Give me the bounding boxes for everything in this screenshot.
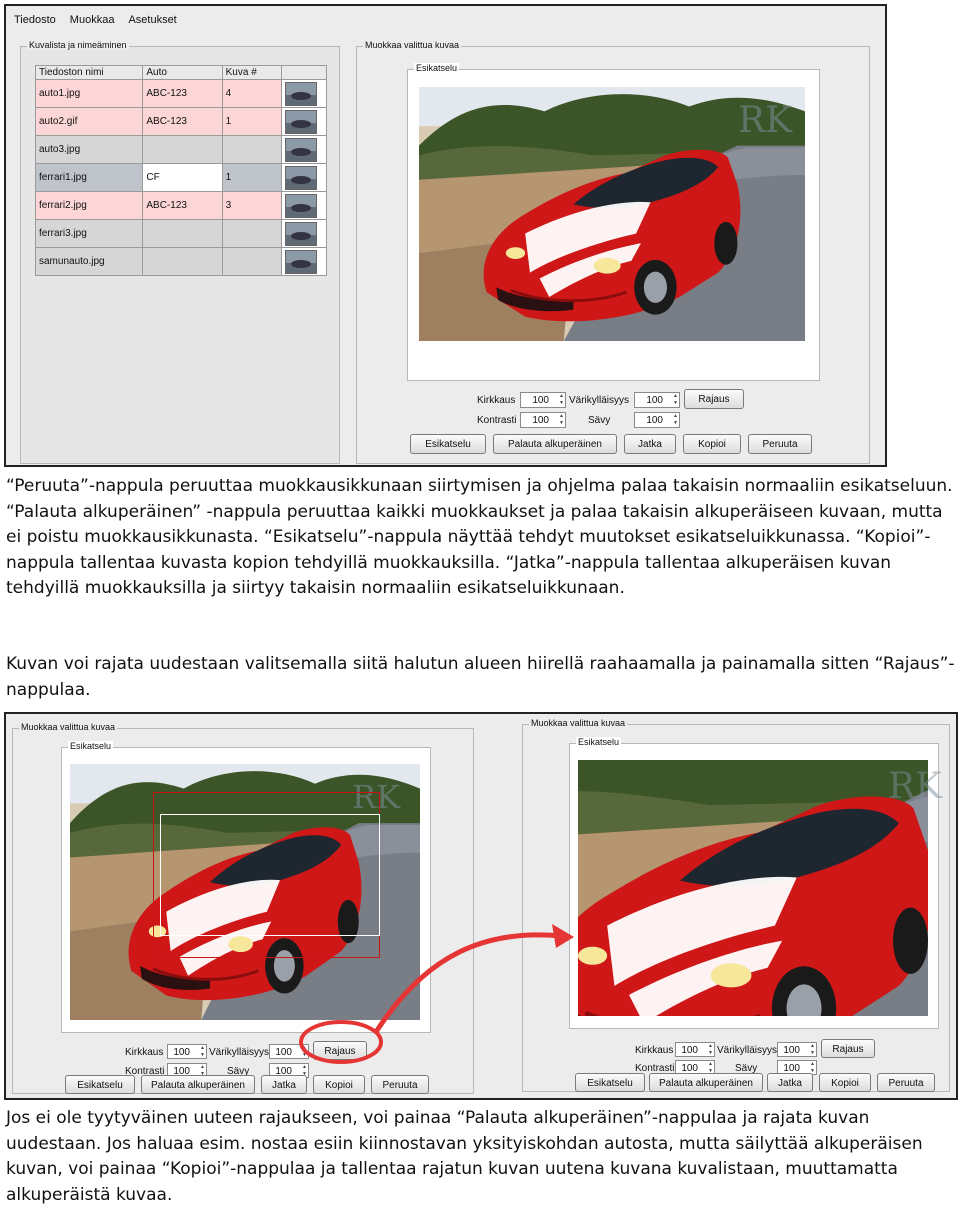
cell-thumb xyxy=(280,163,328,192)
cell-thumb xyxy=(280,247,328,276)
kirkkaus-spinner[interactable]: 100 xyxy=(520,392,566,408)
cell-filename: auto1.jpg xyxy=(34,79,144,108)
cell-filename: samunauto.jpg xyxy=(34,247,144,276)
paragraph-conclusion: Jos ei ole tyytyväinen uuteen rajaukseen… xyxy=(6,1108,923,1205)
thumbnail-image xyxy=(284,193,317,218)
col-header-filename[interactable]: Tiedoston nimi xyxy=(34,65,144,80)
cell-car[interactable]: ABC-123 xyxy=(142,191,223,220)
watermark: RK xyxy=(738,100,792,141)
menu-muokkaa[interactable]: Muokkaa xyxy=(70,14,115,26)
edit-image-group: Muokkaa valittua kuvaa Esikatselu RK Kir… xyxy=(356,40,870,464)
cell-car[interactable]: ABC-123 xyxy=(142,79,223,108)
cell-car[interactable] xyxy=(142,135,223,164)
paragraph-buttons: “Peruuta”-nappula peruuttaa muokkausikku… xyxy=(6,476,953,598)
cell-car[interactable] xyxy=(142,247,223,276)
cell-thumb xyxy=(280,219,328,248)
image-list-group: Kuvalista ja nimeäminen Tiedoston nimi A… xyxy=(20,40,340,464)
menu-tiedosto[interactable]: Tiedosto xyxy=(14,14,56,26)
col-header-number[interactable]: Kuva # xyxy=(221,65,282,80)
kontrasti-spinner[interactable]: 100 xyxy=(520,412,566,428)
menu-asetukset[interactable]: Asetukset xyxy=(128,14,176,26)
cell-number[interactable]: 3 xyxy=(221,191,282,220)
thumbnail-image xyxy=(284,249,317,274)
cell-thumb xyxy=(280,79,328,108)
varikyllaisyys-label: Värikylläisyys xyxy=(569,395,630,406)
image-list-table[interactable]: Tiedoston nimi Auto Kuva # auto1.jpg ABC-… xyxy=(34,65,328,276)
jatka-button[interactable]: Jatka xyxy=(624,434,676,454)
cell-filename: auto2.gif xyxy=(34,107,144,136)
cell-number[interactable]: 4 xyxy=(221,79,282,108)
menu-bar: Tiedosto Muokkaa Asetukset xyxy=(6,6,885,32)
kontrasti-label: Kontrasti xyxy=(477,415,517,426)
annotation-arrowhead xyxy=(552,924,574,948)
kopioi-button[interactable]: Kopioi xyxy=(683,434,741,454)
cell-filename: ferrari3.jpg xyxy=(34,219,144,248)
table-row[interactable]: ferrari3.jpg xyxy=(34,219,328,248)
varikyllaisyys-spinner[interactable]: 100 xyxy=(634,392,680,408)
cell-car-editing[interactable]: CF xyxy=(142,163,223,192)
preview-group-title: Esikatselu xyxy=(414,63,460,73)
cell-thumb xyxy=(280,191,328,220)
cell-thumb xyxy=(280,107,328,136)
thumbnail-image xyxy=(284,109,317,134)
col-header-car[interactable]: Auto xyxy=(142,65,223,80)
cell-number[interactable]: 1 xyxy=(221,107,282,136)
kirkkaus-label: Kirkkaus xyxy=(477,395,516,406)
rajaus-highlight-circle xyxy=(299,1020,383,1064)
preview-group: Esikatselu RK xyxy=(407,63,820,381)
cell-number[interactable] xyxy=(221,247,282,276)
table-row[interactable]: auto3.jpg xyxy=(34,135,328,164)
cell-number[interactable] xyxy=(221,219,282,248)
table-row[interactable]: auto1.jpg ABC-123 4 xyxy=(34,79,328,108)
thumbnail-image xyxy=(284,221,317,246)
thumbnail-image xyxy=(284,81,317,106)
table-row[interactable]: ferrari1.jpg CF 1 xyxy=(34,163,328,192)
cell-filename: ferrari2.jpg xyxy=(34,191,144,220)
col-header-thumb xyxy=(280,65,328,80)
table-row[interactable]: ferrari2.jpg ABC-123 3 xyxy=(34,191,328,220)
edit-image-group-title: Muokkaa valittua kuvaa xyxy=(363,40,462,50)
image-list-group-title: Kuvalista ja nimeäminen xyxy=(27,40,129,50)
cell-filename: auto3.jpg xyxy=(34,135,144,164)
crop-comparison-window: Muokkaa valittua kuvaa Esikatselu RK Kir… xyxy=(4,712,958,1100)
paragraph-crop: Kuvan voi rajata uudestaan valitsemalla … xyxy=(6,654,955,700)
cell-car[interactable] xyxy=(142,219,223,248)
thumbnail-image xyxy=(284,137,317,162)
table-row[interactable]: auto2.gif ABC-123 1 xyxy=(34,107,328,136)
cell-number[interactable] xyxy=(221,135,282,164)
cell-thumb xyxy=(280,135,328,164)
cell-number[interactable]: 1 xyxy=(221,163,282,192)
esikatselu-button[interactable]: Esikatselu xyxy=(410,434,486,454)
app-window-main: Tiedosto Muokkaa Asetukset Kuvalista ja ni… xyxy=(4,4,887,467)
rajaus-button[interactable]: Rajaus xyxy=(684,389,744,409)
savy-spinner[interactable]: 100 xyxy=(634,412,680,428)
cell-filename: ferrari1.jpg xyxy=(34,163,144,192)
savy-label: Sävy xyxy=(588,415,611,426)
thumbnail-image xyxy=(284,165,317,190)
cell-car[interactable]: ABC-123 xyxy=(142,107,223,136)
table-row[interactable]: samunauto.jpg xyxy=(34,247,328,276)
annotation-overlay xyxy=(299,924,574,1064)
peruuta-button[interactable]: Peruuta xyxy=(748,434,812,454)
annotation-arrow xyxy=(373,932,562,1034)
palauta-button[interactable]: Palauta alkuperäinen xyxy=(493,434,617,454)
